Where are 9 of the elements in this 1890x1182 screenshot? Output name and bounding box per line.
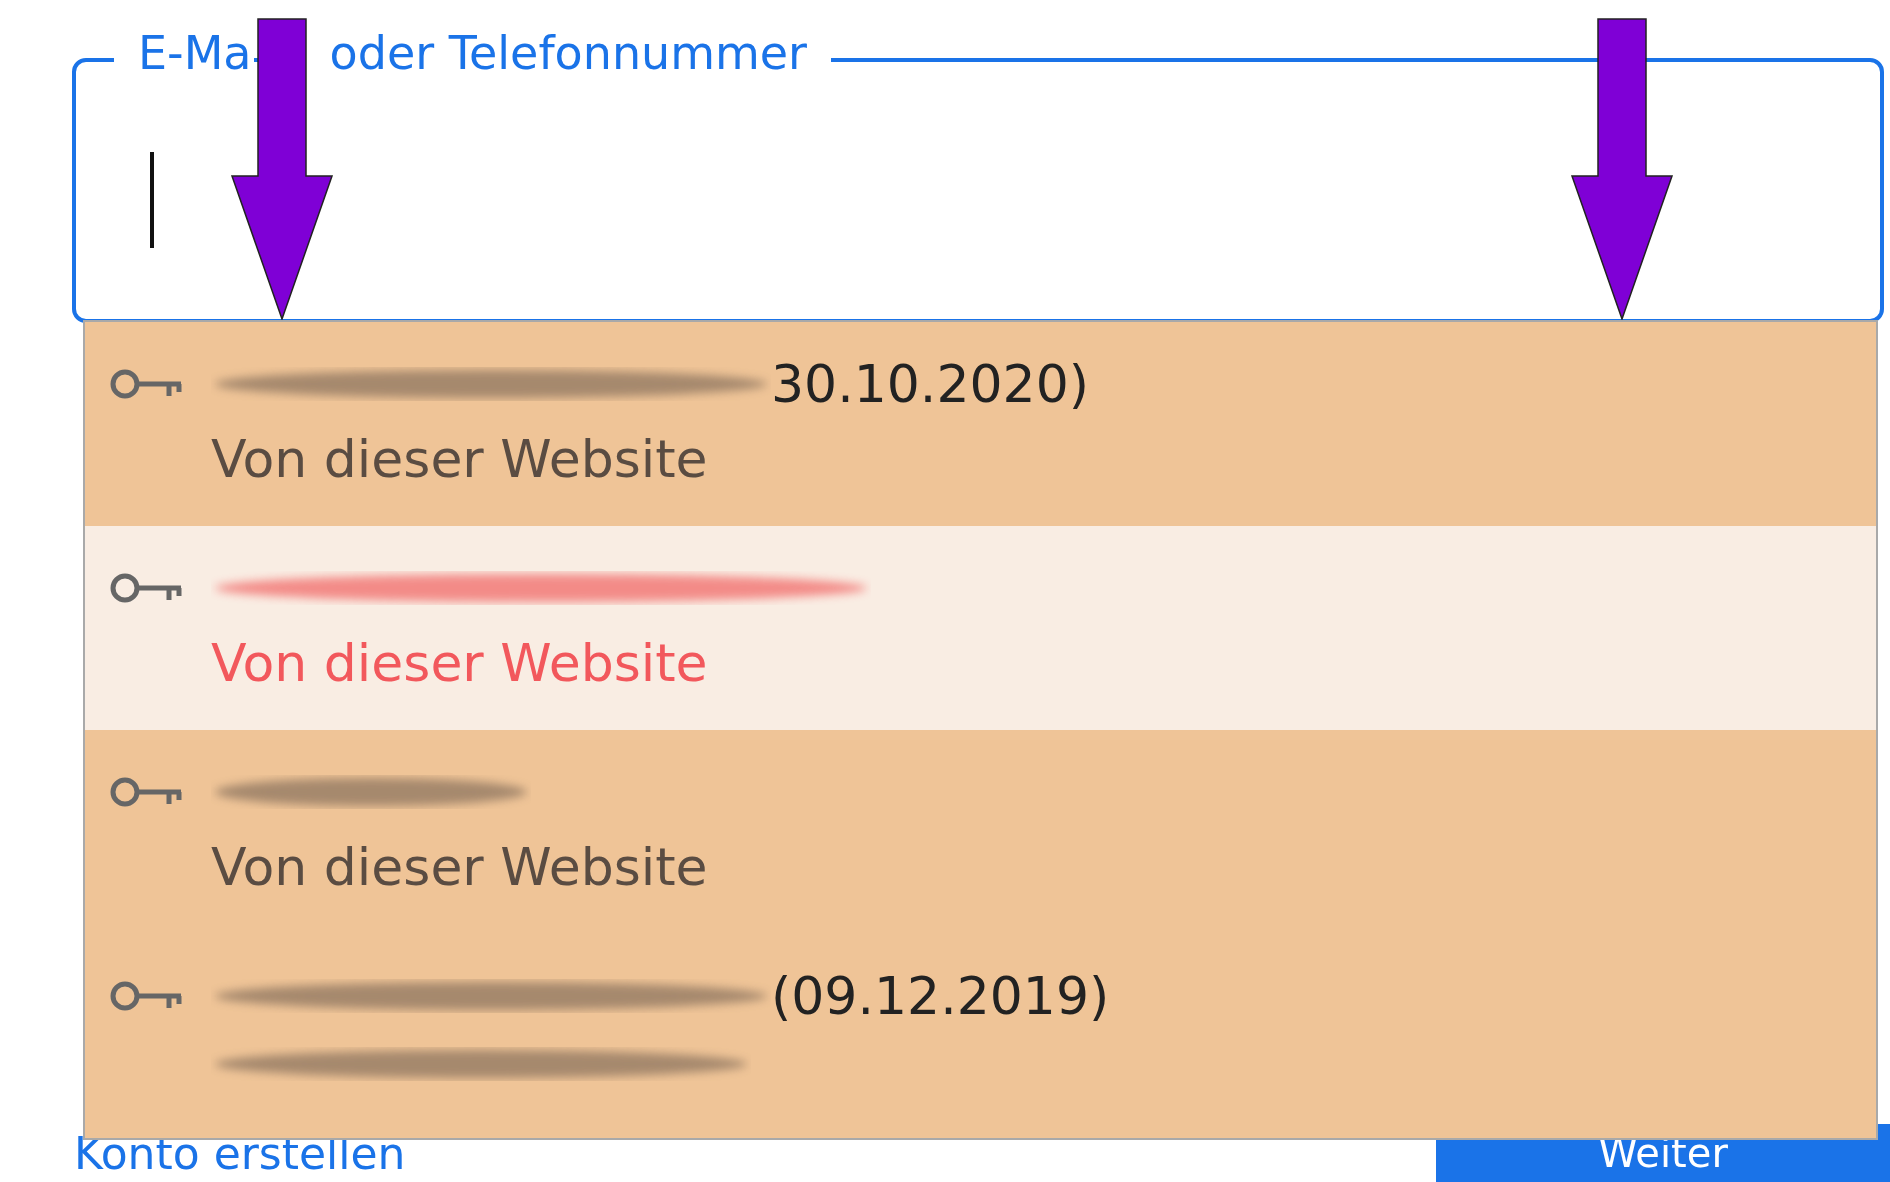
- source-text: Von dieser Website: [211, 836, 708, 899]
- suggestion-item[interactable]: Von dieser Website: [85, 730, 1876, 934]
- date-text: (09.12.2019): [771, 964, 1110, 1028]
- source-text: Von dieser Website: [211, 632, 709, 695]
- suggestion-item[interactable]: Von dieser Website: [85, 526, 1876, 730]
- source-text: Von dieser Website: [211, 428, 709, 491]
- suggestion-item[interactable]: 30.10.2020) Von dieser Website: [85, 322, 1876, 526]
- suggestion-item[interactable]: (09.12.2019): [85, 934, 1876, 1138]
- date-text: 30.10.2020): [771, 352, 1090, 416]
